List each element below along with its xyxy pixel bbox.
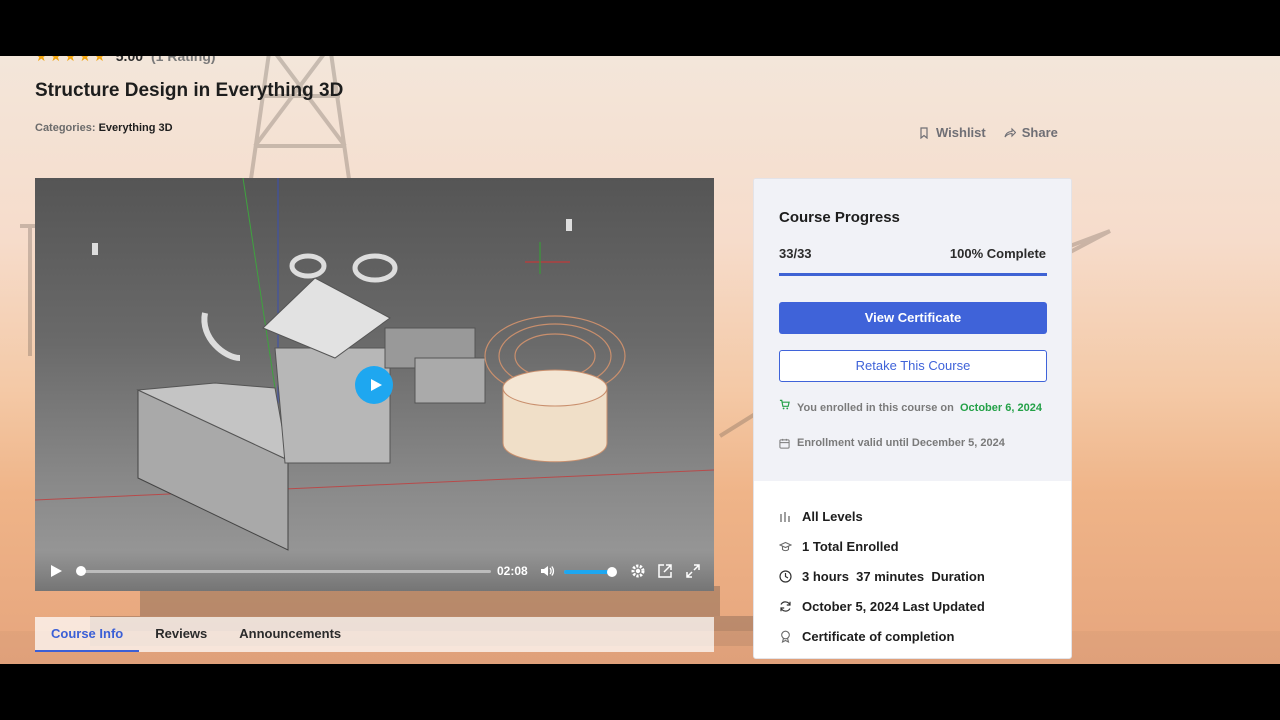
course-actions: Wishlist Share [918,125,1058,140]
rating-stars: ★★★★★ [35,56,108,65]
enrolled-date-info: You enrolled in this course on October 6… [779,399,1049,417]
mute-button[interactable] [539,563,555,584]
course-title: Structure Design in Everything 3D [35,80,344,101]
refresh-icon [779,600,792,613]
letterbox-bottom [0,664,1280,720]
wishlist-label: Wishlist [936,125,986,140]
enrolled-date: October 6, 2024 [960,402,1042,414]
settings-button[interactable] [630,563,646,584]
course-meta-list: All Levels 1 Total Enrolled 3 hours 37 m… [779,501,1049,651]
progress-count: 33/33 [779,246,812,261]
popout-button[interactable] [657,563,673,584]
video-player[interactable]: 02:08 [35,178,714,591]
big-play-button[interactable] [355,366,393,404]
volume-icon [541,566,555,576]
share-button[interactable]: Share [1004,125,1058,140]
course-progress-title: Course Progress [779,209,900,226]
time-display: 02:08 [497,564,528,578]
rating-value: 5.00 [115,56,144,64]
meta-item-enrolled: 1 Total Enrolled [779,531,1049,561]
meta-item-certificate: Certificate of completion [779,621,1049,651]
letterbox-top [0,0,1280,56]
meta-item-updated: October 5, 2024 Last Updated [779,591,1049,621]
meta-updated-text: October 5, 2024 Last Updated [802,598,985,614]
tab-announcements[interactable]: Announcements [223,617,357,652]
tab-reviews[interactable]: Reviews [139,617,223,652]
rating-row: ★★★★★ 5.00 (1 Rating) [35,56,216,64]
fullscreen-icon [686,564,700,578]
seek-bar[interactable] [76,566,491,576]
categories: Categories: Everything 3D [35,122,173,134]
play-icon [51,565,62,577]
clock-icon [779,569,792,583]
progress-complete: 100% Complete [949,246,1046,261]
external-window-icon [658,564,672,578]
share-icon [1004,127,1016,137]
meta-item-duration: 3 hours 37 minutes Duration [779,561,1049,591]
meta-item-level: All Levels [779,501,1049,531]
meta-enrolled-text: 1 Total Enrolled [802,538,899,554]
play-button[interactable] [48,563,64,584]
enrolled-prefix: You enrolled in this course on [797,402,954,414]
player-controls: 02:08 [35,551,714,591]
course-sidebar-card: Course Progress 33/33 100% Complete View… [753,178,1072,659]
meta-certificate-text: Certificate of completion [802,628,955,644]
bookmark-icon [920,126,928,139]
wishlist-button[interactable]: Wishlist [918,125,986,140]
meta-duration-text: 3 hours 37 minutes Duration [802,568,985,584]
volume-slider-thumb[interactable] [607,567,618,577]
certificate-icon [779,630,792,643]
tab-course-info[interactable]: Course Info [35,617,140,652]
course-tabs: Course Info Reviews Announcements [35,617,714,652]
volume-slider[interactable] [564,567,618,577]
progress-bar-fill [779,273,1047,276]
graduation-cap-icon [779,540,792,553]
meta-level-text: All Levels [802,508,863,524]
gear-icon [631,564,645,578]
valid-until-text: Enrollment valid until December 5, 2024 [797,437,1005,449]
play-icon [370,379,382,391]
progress-bar [779,273,1047,276]
fullscreen-button[interactable] [685,563,701,584]
share-label: Share [1021,125,1058,140]
enrollment-validity: Enrollment valid until December 5, 2024 [779,437,1005,449]
category-link[interactable]: Everything 3D [99,122,173,134]
calendar-icon [779,438,790,449]
enrolled-text: You enrolled in this course on October 6… [797,399,1042,417]
rating-count: (1 Rating) [151,56,216,64]
view-certificate-button[interactable]: View Certificate [779,302,1047,334]
course-progress-section: Course Progress 33/33 100% Complete View… [754,179,1071,481]
categories-label: Categories: [35,122,96,134]
cart-icon [779,399,790,417]
retake-course-button[interactable]: Retake This Course [779,350,1047,382]
levels-icon [779,510,792,523]
volume-slider-fill [564,570,613,574]
seek-bar-thumb[interactable] [76,566,87,576]
page-viewport: ★★★★★ 5.00 (1 Rating) Structure Design i… [0,56,1280,664]
